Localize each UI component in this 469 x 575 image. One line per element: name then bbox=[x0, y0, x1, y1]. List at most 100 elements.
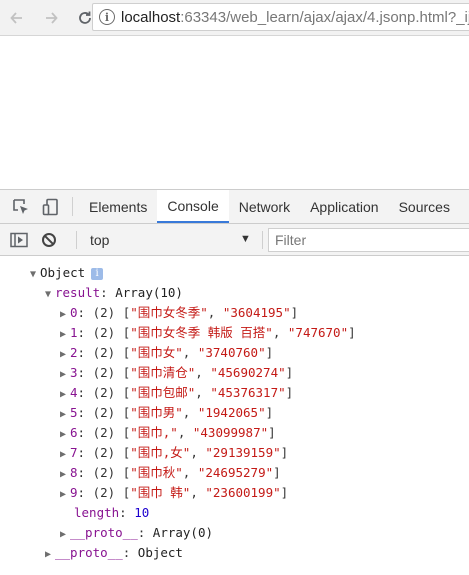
result-type: Array(10) bbox=[115, 285, 183, 300]
collapsed-triangle-icon[interactable]: ▶ bbox=[60, 425, 70, 445]
clear-circle-icon bbox=[42, 232, 56, 247]
array-item-row[interactable]: ▶ 5: (2) ["围巾男", "1942065"] bbox=[60, 403, 273, 423]
arrow-right-icon bbox=[46, 11, 58, 24]
tab-console[interactable]: Console bbox=[157, 190, 229, 223]
item-name: "围巾秋" bbox=[130, 465, 183, 480]
item-index: 3 bbox=[70, 365, 78, 380]
item-id: "43099987" bbox=[192, 425, 269, 440]
item-length: (2) bbox=[92, 325, 116, 340]
array-item-row[interactable]: ▶ 0: (2) ["围巾女冬季", "3604195"] bbox=[60, 303, 298, 323]
item-index: 9 bbox=[70, 485, 78, 500]
item-name: "围巾清仓" bbox=[130, 365, 196, 380]
filter-input[interactable]: Filter bbox=[268, 228, 469, 252]
item-id: "3740760" bbox=[197, 345, 266, 360]
item-name: "围巾男" bbox=[130, 405, 183, 420]
tab-separator bbox=[72, 197, 73, 216]
item-length: (2) bbox=[92, 465, 116, 480]
array-item-row[interactable]: ▶ 4: (2) ["围巾包邮", "45376317"] bbox=[60, 383, 293, 403]
tab-elements[interactable]: Elements bbox=[79, 190, 157, 223]
reload-icon bbox=[79, 11, 91, 24]
length-value: 10 bbox=[134, 505, 150, 520]
tab-sources[interactable]: Sources bbox=[389, 190, 450, 223]
item-index: 7 bbox=[70, 445, 78, 460]
item-index: 6 bbox=[70, 425, 78, 440]
dropdown-triangle-icon: ▼ bbox=[240, 233, 251, 245]
toggle-sidebar-button[interactable] bbox=[4, 232, 34, 248]
collapsed-triangle-icon[interactable]: ▶ bbox=[60, 465, 70, 485]
expanded-triangle-icon[interactable]: ▼ bbox=[45, 285, 55, 305]
collapsed-triangle-icon[interactable]: ▶ bbox=[60, 485, 70, 505]
item-id: "1942065" bbox=[197, 405, 266, 420]
url-path: :63343/web_learn/ajax/ajax/4.jsonp.html?… bbox=[180, 8, 469, 26]
item-id: "45690274" bbox=[210, 365, 286, 380]
info-icon[interactable]: i bbox=[99, 9, 115, 25]
object-label: Object bbox=[40, 265, 86, 280]
inspect-element-button[interactable] bbox=[6, 190, 36, 223]
item-id: "45376317" bbox=[210, 385, 286, 400]
object-proto-row[interactable]: ▶ __proto__: Object bbox=[45, 543, 183, 563]
result-row[interactable]: ▼ result: Array(10) bbox=[45, 283, 183, 303]
collapsed-triangle-icon[interactable]: ▶ bbox=[60, 405, 70, 425]
collapsed-triangle-icon[interactable]: ▶ bbox=[60, 365, 70, 385]
collapsed-triangle-icon[interactable]: ▶ bbox=[60, 445, 70, 465]
array-item-row[interactable]: ▶ 7: (2) ["围巾,女", "29139159"] bbox=[60, 443, 288, 463]
device-toolbar-button[interactable] bbox=[36, 190, 66, 223]
array-item-row[interactable]: ▶ 6: (2) ["围巾,", "43099987"] bbox=[60, 423, 276, 443]
back-button[interactable] bbox=[4, 5, 30, 31]
item-name: "围巾," bbox=[130, 425, 178, 440]
item-index: 8 bbox=[70, 465, 78, 480]
array-proto-value: Array(0) bbox=[152, 525, 214, 540]
page-content bbox=[0, 36, 469, 189]
array-item-row[interactable]: ▶ 1: (2) ["围巾女冬季 韩版 百搭", "747670"] bbox=[60, 323, 356, 343]
item-length: (2) bbox=[92, 385, 116, 400]
result-key: result bbox=[55, 285, 101, 300]
inspect-cursor-icon bbox=[13, 198, 28, 214]
collapsed-triangle-icon[interactable]: ▶ bbox=[60, 345, 70, 365]
length-row: length: 10 bbox=[74, 505, 150, 520]
collapsed-triangle-icon[interactable]: ▶ bbox=[60, 325, 70, 345]
collapsed-triangle-icon[interactable]: ▶ bbox=[60, 385, 70, 405]
tab-application[interactable]: Application bbox=[300, 190, 389, 223]
browser-toolbar: i localhost:63343/web_learn/ajax/ajax/4.… bbox=[0, 0, 469, 36]
item-id: "23600199" bbox=[205, 485, 281, 500]
collapsed-triangle-icon[interactable]: ▶ bbox=[60, 305, 70, 325]
array-item-row[interactable]: ▶ 9: (2) ["围巾 韩", "23600199"] bbox=[60, 483, 288, 503]
context-value: top bbox=[90, 232, 110, 248]
array-proto-key: __proto__ bbox=[70, 525, 138, 540]
object-root-row[interactable]: ▼ Object i bbox=[30, 263, 104, 285]
item-length: (2) bbox=[92, 445, 116, 460]
console-output: ▼ Object i ▼ result: Array(10) ▶ 0: (2) ["围巾… bbox=[0, 257, 469, 575]
array-item-row[interactable]: ▶ 3: (2) ["围巾清仓", "45690274"] bbox=[60, 363, 293, 383]
item-index: 1 bbox=[70, 325, 78, 340]
tab-elements-label: Elements bbox=[89, 198, 148, 215]
item-name: "围巾 韩" bbox=[130, 485, 191, 500]
item-length: (2) bbox=[92, 305, 116, 320]
clear-console-button[interactable] bbox=[34, 232, 64, 248]
object-proto-value: Object bbox=[137, 545, 183, 560]
item-id: "747670" bbox=[287, 325, 349, 340]
item-name: "围巾包邮" bbox=[130, 385, 196, 400]
forward-button[interactable] bbox=[38, 5, 64, 31]
collapsed-triangle-icon[interactable]: ▶ bbox=[60, 525, 70, 545]
object-proto-key: __proto__ bbox=[55, 545, 123, 560]
context-selector[interactable]: top bbox=[82, 224, 260, 256]
tab-network[interactable]: Network bbox=[229, 190, 300, 223]
tab-network-label: Network bbox=[238, 198, 291, 215]
item-length: (2) bbox=[92, 405, 116, 420]
item-length: (2) bbox=[92, 425, 116, 440]
url-host: localhost bbox=[121, 8, 181, 26]
info-badge-icon[interactable]: i bbox=[91, 268, 104, 280]
item-name: "围巾女冬季" bbox=[130, 305, 208, 320]
device-mode-icon bbox=[42, 198, 58, 215]
item-name: "围巾女冬季 韩版 百搭" bbox=[130, 325, 273, 340]
item-index: 5 bbox=[70, 405, 78, 420]
toolbar-separator bbox=[76, 231, 77, 249]
item-name: "围巾女" bbox=[130, 345, 183, 360]
array-item-row[interactable]: ▶ 2: (2) ["围巾女", "3740760"] bbox=[60, 343, 273, 363]
expanded-triangle-icon[interactable]: ▼ bbox=[30, 265, 40, 285]
devtools-panel: Elements Console Network Application Sou… bbox=[0, 189, 469, 574]
array-proto-row[interactable]: ▶ __proto__: Array(0) bbox=[60, 523, 213, 543]
collapsed-triangle-icon[interactable]: ▶ bbox=[45, 545, 55, 565]
array-item-row[interactable]: ▶ 8: (2) ["围巾秋", "24695279"] bbox=[60, 463, 281, 483]
address-bar[interactable]: i localhost:63343/web_learn/ajax/ajax/4.… bbox=[92, 3, 469, 31]
